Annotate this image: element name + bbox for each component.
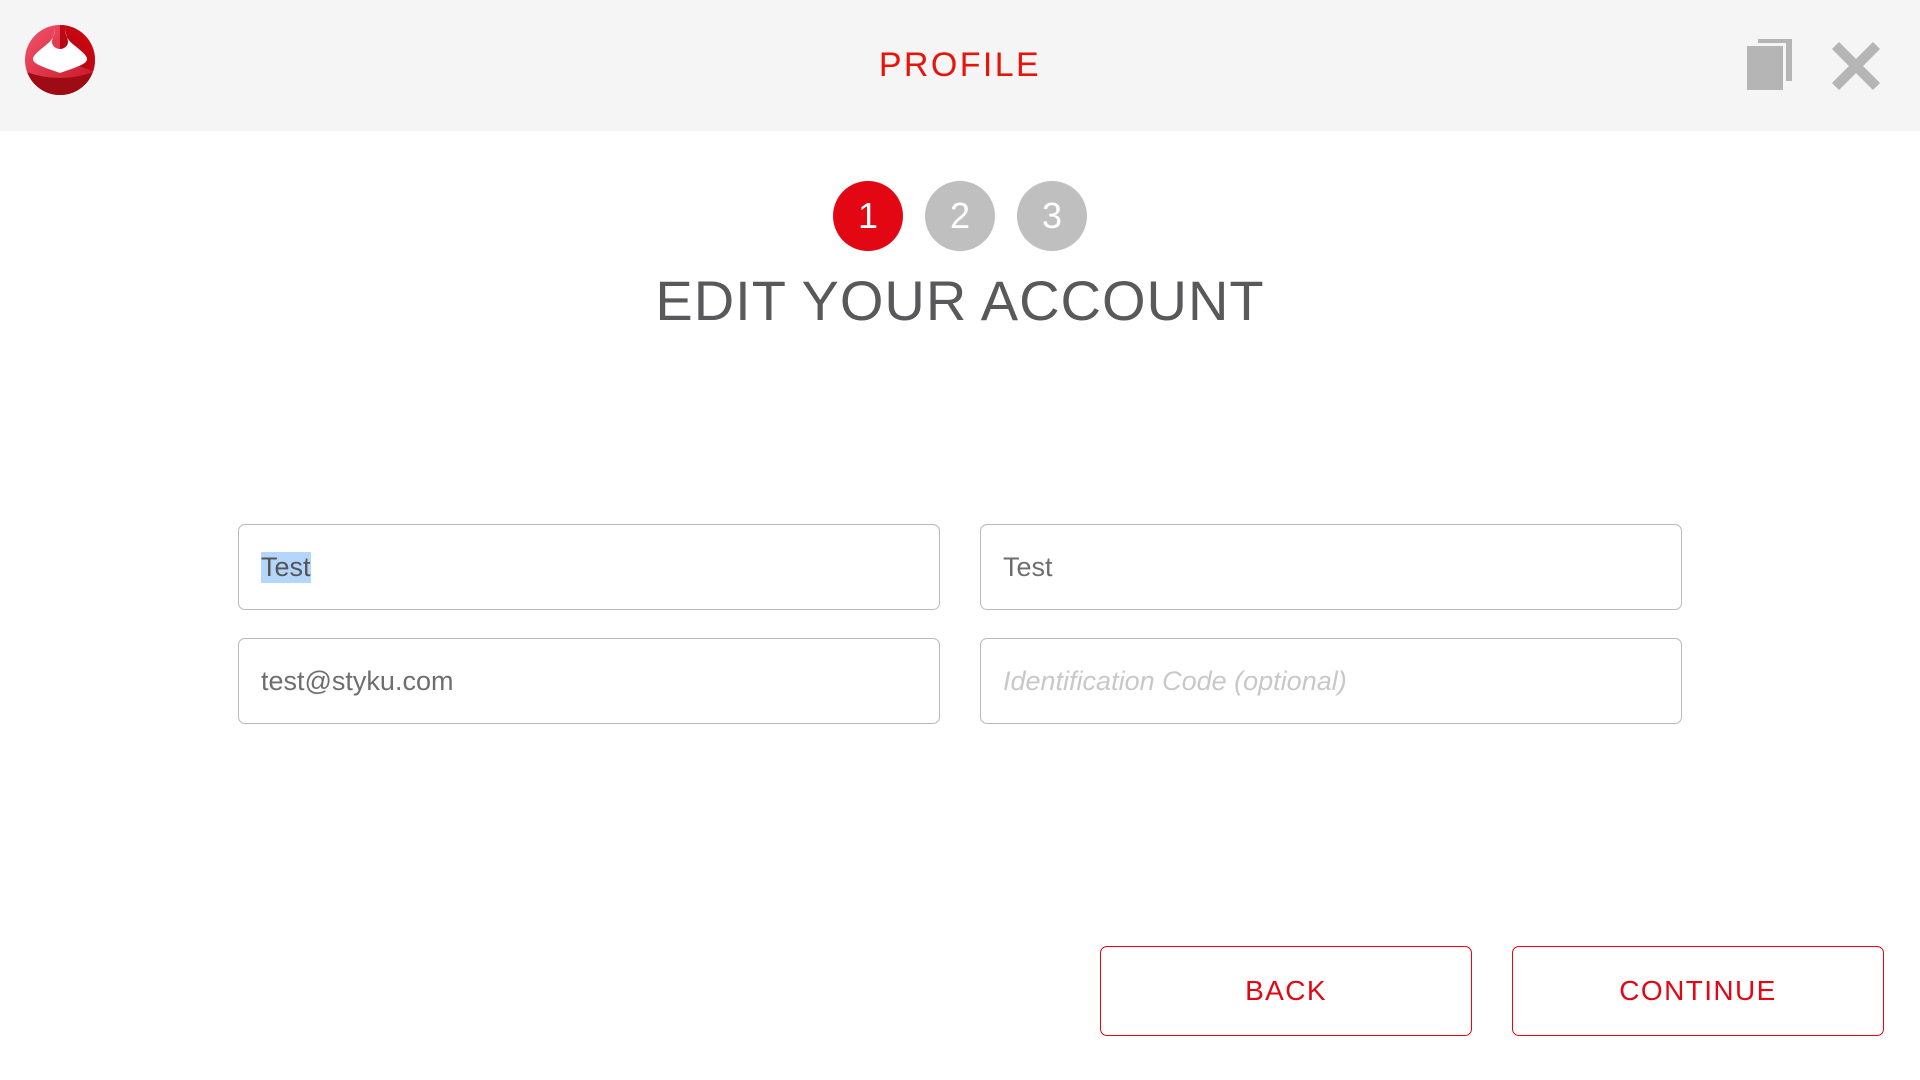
app-header: PROFILE: [0, 0, 1920, 131]
form-row-names: Test Test: [238, 524, 1682, 610]
email-value: test@styku.com: [261, 666, 453, 697]
form-row-contact: test@styku.com Identification Code (opti…: [238, 638, 1682, 724]
copy-icon-front-sheet: [1744, 43, 1786, 93]
form-actions: BACK CONTINUE: [1100, 946, 1884, 1036]
step-indicator: 1 2 3: [0, 181, 1920, 251]
step-2[interactable]: 2: [925, 181, 995, 251]
step-3[interactable]: 3: [1017, 181, 1087, 251]
page-header-title: PROFILE: [0, 0, 1920, 131]
identification-code-placeholder: Identification Code (optional): [1003, 666, 1347, 697]
step-1[interactable]: 1: [833, 181, 903, 251]
last-name-field[interactable]: Test: [980, 524, 1682, 610]
copy-icon[interactable]: [1744, 39, 1792, 93]
back-button[interactable]: BACK: [1100, 946, 1472, 1036]
continue-button[interactable]: CONTINUE: [1512, 946, 1884, 1036]
last-name-value: Test: [1003, 552, 1053, 583]
account-form: Test Test test@styku.com Identification …: [238, 524, 1682, 752]
first-name-value: Test: [261, 552, 311, 583]
header-icon-group: [1744, 0, 1880, 131]
first-name-field[interactable]: Test: [238, 524, 940, 610]
email-field[interactable]: test@styku.com: [238, 638, 940, 724]
page-title: EDIT YOUR ACCOUNT: [0, 268, 1920, 333]
identification-code-field[interactable]: Identification Code (optional): [980, 638, 1682, 724]
close-icon[interactable]: [1832, 42, 1880, 90]
